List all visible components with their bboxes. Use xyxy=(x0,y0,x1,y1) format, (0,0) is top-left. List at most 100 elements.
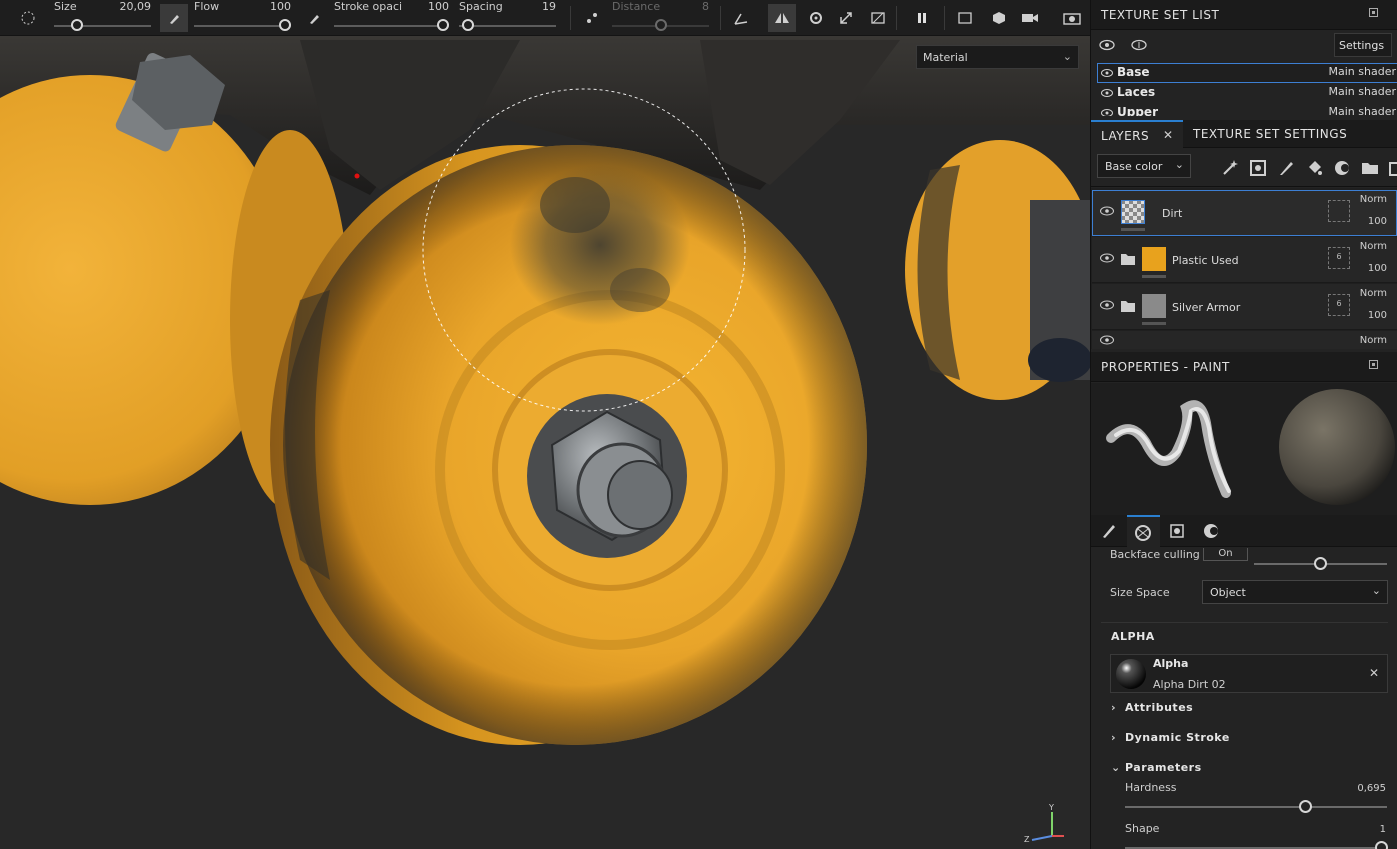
attributes-label: Attributes xyxy=(1125,701,1194,714)
viewport-mode-value: Material xyxy=(923,51,968,64)
brush-tab-icon[interactable] xyxy=(1101,523,1117,542)
alpha-tab-icon[interactable] xyxy=(1127,515,1160,547)
channel-dropdown[interactable]: Base color ⌄ xyxy=(1097,154,1191,178)
distance-value: 8 xyxy=(702,0,709,13)
transform-icon[interactable] xyxy=(832,4,860,32)
texture-set-settings-button[interactable]: Settings xyxy=(1334,33,1392,57)
spacing-label: Spacing xyxy=(459,0,503,13)
maximize-icon[interactable] xyxy=(1369,360,1378,369)
hide-icon[interactable] xyxy=(864,4,892,32)
texture-set-shader[interactable]: Main shader xyxy=(1329,85,1396,98)
stroke-opacity-knob[interactable] xyxy=(437,19,449,31)
visibility-eye-icon[interactable] xyxy=(1101,67,1113,81)
visibility-eye-icon[interactable] xyxy=(1100,335,1114,348)
flow-knob[interactable] xyxy=(279,19,291,31)
lazy-mouse-icon[interactable] xyxy=(727,4,755,32)
visibility-eye-icon[interactable] xyxy=(1100,206,1114,219)
layer-blend-mode[interactable]: Norm xyxy=(1360,335,1387,346)
texture-set-name: Laces xyxy=(1117,85,1156,99)
layer-partial[interactable]: Norm xyxy=(1092,331,1397,349)
view-mode-icon[interactable] xyxy=(952,4,980,32)
viewport-mode-dropdown[interactable]: Material ⌄ xyxy=(916,45,1079,69)
shape-value: 1 xyxy=(1379,824,1386,835)
3d-view-icon[interactable] xyxy=(985,4,1013,32)
flow-tool-icon[interactable] xyxy=(160,4,188,32)
texture-set-laces[interactable]: Laces Main shader xyxy=(1097,83,1397,103)
size-label: Size xyxy=(54,0,77,13)
layer-thumbnail[interactable] xyxy=(1121,200,1145,224)
mask-slot[interactable] xyxy=(1328,200,1350,222)
texture-set-shader[interactable]: Main shader xyxy=(1329,65,1396,78)
shape-knob[interactable] xyxy=(1375,841,1388,849)
texture-set-shader[interactable]: Main shader xyxy=(1329,105,1396,116)
3d-viewport[interactable]: Material ⌄ Y Z xyxy=(0,0,1090,849)
visibility-eye-icon[interactable] xyxy=(1101,107,1113,116)
layer-plastic-used[interactable]: Plastic Used 6 Norm 100 xyxy=(1092,237,1397,283)
mask-count-badge[interactable]: 6 xyxy=(1328,247,1350,269)
layer-thumbnail[interactable] xyxy=(1142,294,1166,318)
projection-icon[interactable] xyxy=(802,4,830,32)
close-icon[interactable]: ✕ xyxy=(1369,666,1379,680)
close-icon[interactable]: ✕ xyxy=(1163,128,1174,142)
pause-icon[interactable] xyxy=(908,4,936,32)
axis-y-label: Y xyxy=(1048,803,1054,812)
backface-angle-knob[interactable] xyxy=(1314,557,1327,570)
stroke-opacity-slider[interactable]: Stroke opaci 100 xyxy=(334,0,449,36)
dynamic-stroke-section-toggle[interactable]: › Dynamic Stroke xyxy=(1111,731,1230,744)
material-tab-icon[interactable] xyxy=(1203,523,1219,542)
mask-count-badge[interactable]: 6 xyxy=(1328,294,1350,316)
layer-dirt[interactable]: Dirt Norm 100 xyxy=(1092,190,1397,236)
flow-slider[interactable]: Flow 100 xyxy=(194,0,291,36)
add-paint-layer-icon[interactable] xyxy=(1277,159,1295,180)
visibility-eye-icon[interactable] xyxy=(1100,253,1114,266)
folder-icon xyxy=(1121,253,1135,268)
attributes-section-toggle[interactable]: › Attributes xyxy=(1111,701,1193,714)
layer-opacity[interactable]: 100 xyxy=(1368,263,1387,274)
spacing-slider[interactable]: Spacing 19 xyxy=(459,0,556,36)
symmetry-icon[interactable] xyxy=(768,4,796,32)
tab-layers[interactable]: LAYERS ✕ xyxy=(1091,120,1183,148)
texture-set-base[interactable]: Base Main shader xyxy=(1097,63,1397,83)
size-space-dropdown[interactable]: Object ⌄ xyxy=(1202,580,1388,604)
layer-blend-mode[interactable]: Norm xyxy=(1360,241,1387,252)
layer-opacity[interactable]: 100 xyxy=(1368,216,1387,227)
distance-icon[interactable] xyxy=(578,4,606,32)
size-slider[interactable]: Size 20,09 xyxy=(54,0,151,36)
hardness-knob[interactable] xyxy=(1298,800,1312,813)
eye-settings-icon[interactable] xyxy=(1099,38,1115,55)
backface-culling-toggle[interactable]: On xyxy=(1203,548,1248,561)
delete-layer-icon[interactable] xyxy=(1389,159,1397,180)
visibility-eye-icon[interactable] xyxy=(1101,87,1113,101)
layer-silver-armor[interactable]: Silver Armor 6 Norm 100 xyxy=(1092,284,1397,330)
brush-shape-icon[interactable] xyxy=(14,4,42,32)
layer-blend-mode[interactable]: Norm xyxy=(1360,288,1387,299)
tab-texture-set-settings[interactable]: TEXTURE SET SETTINGS xyxy=(1193,120,1397,148)
hardness-label: Hardness xyxy=(1125,781,1177,794)
layer-name[interactable]: Silver Armor xyxy=(1172,301,1240,314)
add-effect-icon[interactable] xyxy=(1333,159,1351,180)
spacing-knob[interactable] xyxy=(462,19,475,31)
distance-slider[interactable]: Distance 8 xyxy=(612,0,709,36)
layer-thumbnail[interactable] xyxy=(1142,247,1166,271)
layer-name[interactable]: Plastic Used xyxy=(1172,254,1239,267)
add-fill-layer-icon[interactable] xyxy=(1305,159,1323,180)
distance-knob[interactable] xyxy=(654,19,667,31)
magic-wand-icon[interactable] xyxy=(1221,159,1239,180)
maximize-icon[interactable] xyxy=(1369,8,1378,17)
alpha-slot[interactable]: Alpha Alpha Dirt 02 ✕ xyxy=(1110,654,1388,693)
visibility-eye-icon[interactable] xyxy=(1100,300,1114,313)
size-knob[interactable] xyxy=(71,19,83,31)
parameters-section-toggle[interactable]: ⌄ Parameters xyxy=(1111,761,1202,774)
layer-name[interactable]: Dirt xyxy=(1162,207,1182,220)
solo-icon[interactable] xyxy=(1131,38,1147,55)
alpha-section-title: ALPHA xyxy=(1111,630,1155,643)
add-smart-mask-icon[interactable] xyxy=(1249,159,1267,180)
layer-blend-mode[interactable]: Norm xyxy=(1360,194,1387,205)
stroke-tool-icon[interactable] xyxy=(300,4,328,32)
screenshot-icon[interactable] xyxy=(1058,4,1086,32)
layer-opacity[interactable]: 100 xyxy=(1368,310,1387,321)
camera-icon[interactable] xyxy=(1016,4,1044,32)
texture-set-upper[interactable]: Upper Main shader xyxy=(1097,103,1397,116)
add-folder-icon[interactable] xyxy=(1361,159,1379,180)
stencil-tab-icon[interactable] xyxy=(1169,523,1185,542)
